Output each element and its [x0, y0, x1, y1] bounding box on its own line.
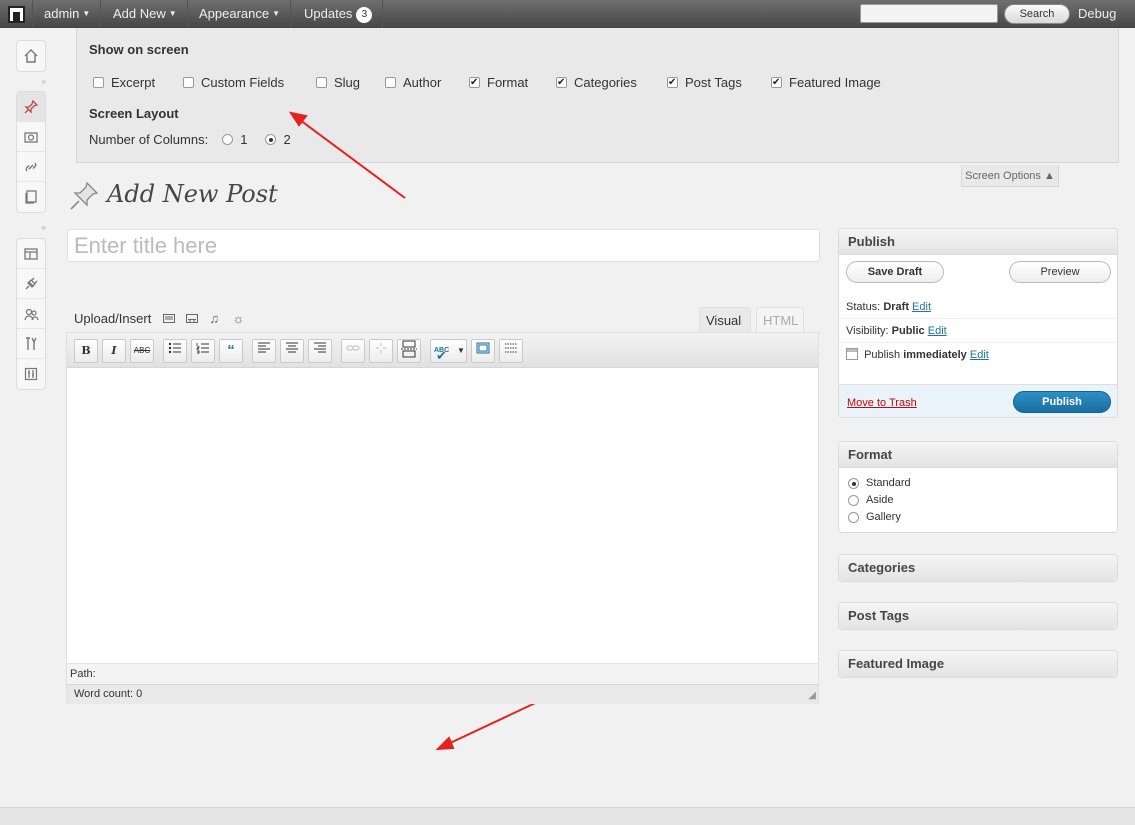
save-draft-button[interactable]: Save Draft [846, 261, 944, 283]
format-radio[interactable] [848, 494, 859, 506]
add-media-gear-icon[interactable]: ☼ [232, 312, 244, 325]
move-to-trash-link[interactable]: Move to Trash [847, 397, 917, 409]
categories-box-heading[interactable]: Categories [839, 555, 1117, 581]
publish-actions: Move to Trash Publish [839, 384, 1117, 417]
footer-bar [0, 807, 1135, 825]
blockquote-icon[interactable]: “ [219, 339, 243, 363]
schedule-value: immediately [903, 349, 967, 361]
featured-image-box: Featured Image [838, 650, 1118, 678]
insert-more-tag-icon[interactable] [397, 339, 421, 363]
editor-content-area[interactable] [67, 369, 818, 662]
spellcheck-dropdown[interactable]: ABC ✔ ▼ [430, 339, 467, 363]
featured-image-box-heading[interactable]: Featured Image [839, 651, 1117, 677]
status-value: Draft [883, 301, 909, 313]
format-option-aside[interactable]: Aside [848, 494, 894, 506]
add-video-icon[interactable] [186, 313, 199, 324]
align-left-icon[interactable] [252, 339, 276, 363]
format-radio[interactable] [848, 477, 859, 489]
edit-visibility-link[interactable]: Edit [928, 325, 947, 337]
edit-schedule-link[interactable]: Edit [970, 349, 989, 361]
bullet-list-icon[interactable] [163, 339, 187, 363]
format-box: Format Standard Aside Gallery [838, 441, 1118, 533]
pushpin-icon [70, 181, 99, 210]
format-option-standard[interactable]: Standard [848, 477, 911, 489]
post-tags-box-heading[interactable]: Post Tags [839, 603, 1117, 629]
tab-visual[interactable]: Visual [699, 307, 751, 333]
publish-box-heading[interactable]: Publish [839, 229, 1117, 255]
fullscreen-icon[interactable] [471, 339, 495, 363]
insert-link-icon[interactable] [341, 339, 365, 363]
upload-insert-label: Upload/Insert [74, 311, 152, 326]
post-tags-box: Post Tags [838, 602, 1118, 630]
format-box-heading[interactable]: Format [839, 442, 1117, 468]
upload-insert-bar: Upload/Insert ♫ ☼ [74, 311, 255, 326]
visibility-value: Public [891, 325, 925, 337]
preview-button[interactable]: Preview [1009, 261, 1111, 283]
publish-button[interactable]: Publish [1013, 391, 1111, 413]
schedule-row: Publish immediately Edit [839, 343, 1117, 367]
format-radio[interactable] [848, 511, 859, 523]
annotation-arrowhead-down [435, 736, 455, 751]
format-option-label: Gallery [866, 511, 901, 523]
tab-html[interactable]: HTML [756, 307, 804, 333]
kitchen-sink-icon[interactable] [499, 339, 523, 363]
align-right-icon[interactable] [308, 339, 332, 363]
page-title: Add New Post [107, 180, 278, 208]
categories-box: Categories [838, 554, 1118, 582]
visibility-label: Visibility: [846, 325, 889, 337]
format-option-gallery[interactable]: Gallery [848, 511, 901, 523]
word-count: Word count: 0 [67, 684, 818, 704]
editor-path: Path: [67, 663, 818, 684]
resize-handle-icon[interactable]: ◢ [808, 690, 816, 701]
unlink-icon[interactable] [369, 339, 393, 363]
bold-button[interactable]: B [74, 339, 98, 363]
publish-box: Publish Save Draft Preview Status: Draft… [838, 228, 1118, 418]
add-audio-icon[interactable]: ♫ [209, 312, 221, 325]
format-option-label: Aside [866, 494, 894, 506]
caret-down-icon: ▼ [457, 346, 465, 355]
italic-button[interactable]: I [102, 339, 126, 363]
strikethrough-button[interactable]: ABC [130, 339, 154, 363]
format-option-label: Standard [866, 477, 911, 489]
status-label: Status: [846, 301, 881, 313]
add-image-icon[interactable] [163, 313, 176, 324]
numbered-list-icon[interactable] [191, 339, 215, 363]
visibility-row: Visibility: Public Edit [839, 319, 1117, 343]
post-title-input[interactable] [67, 229, 820, 262]
status-row: Status: Draft Edit [839, 295, 1117, 319]
annotation-arrow-up [299, 119, 406, 199]
post-editor: B I ABC “ ABC ✔ ▼ Path: Word count: 0 ◢ [66, 332, 819, 704]
editor-toolbar: B I ABC “ ABC ✔ ▼ [67, 333, 818, 368]
calendar-icon [846, 348, 858, 360]
schedule-label: Publish [864, 349, 901, 361]
edit-status-link[interactable]: Edit [912, 301, 931, 313]
align-center-icon[interactable] [280, 339, 304, 363]
